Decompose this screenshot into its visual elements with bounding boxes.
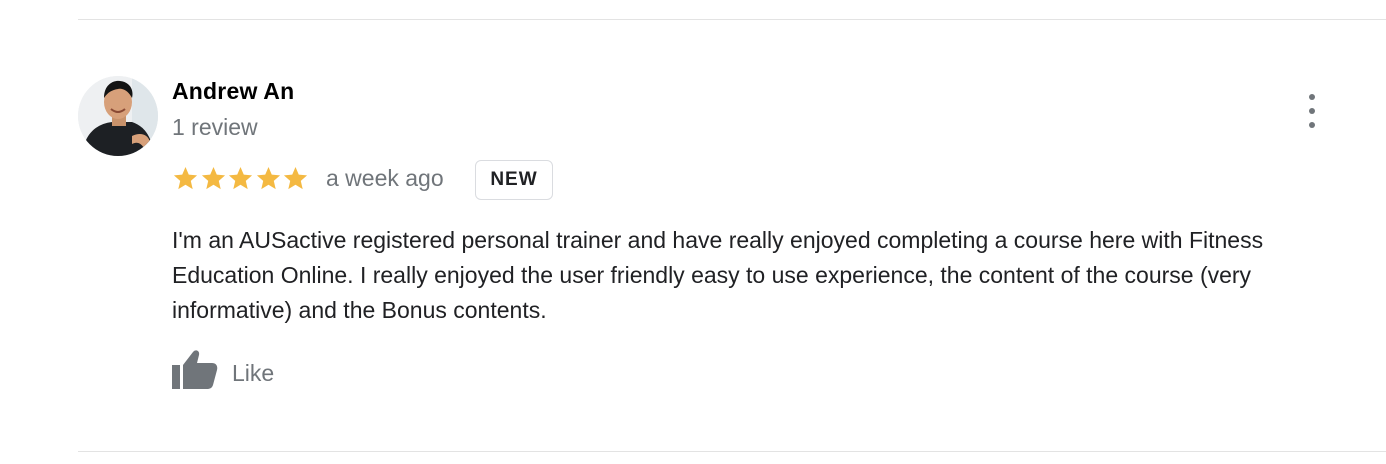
author-name[interactable]: Andrew An xyxy=(172,78,294,105)
star-icon xyxy=(283,167,308,190)
star-icon xyxy=(201,167,225,190)
star-icon xyxy=(256,167,280,190)
more-vert-icon-dot xyxy=(1309,108,1315,114)
review-card: Andrew An 1 review a week ago NEW I'm an… xyxy=(78,76,1386,406)
like-button[interactable]: Like xyxy=(172,347,302,393)
review-text: I'm an AUSactive registered personal tra… xyxy=(172,227,1264,323)
more-vert-icon xyxy=(1309,94,1315,100)
star-icon xyxy=(228,167,253,190)
avatar-photo xyxy=(78,76,158,156)
review-count[interactable]: 1 review xyxy=(172,114,258,141)
star-icon xyxy=(173,167,198,190)
avatar[interactable] xyxy=(78,76,158,156)
bottom-divider xyxy=(78,451,1386,452)
top-divider xyxy=(78,19,1386,20)
like-label: Like xyxy=(232,360,275,386)
more-vert-icon-dot xyxy=(1309,122,1315,128)
star-rating xyxy=(172,165,310,193)
new-badge: NEW xyxy=(475,160,553,200)
review-time: a week ago xyxy=(326,165,444,191)
review-meta: a week ago NEW xyxy=(172,160,872,202)
thumbs-up-icon xyxy=(172,350,218,389)
more-options-button[interactable] xyxy=(1300,94,1324,128)
